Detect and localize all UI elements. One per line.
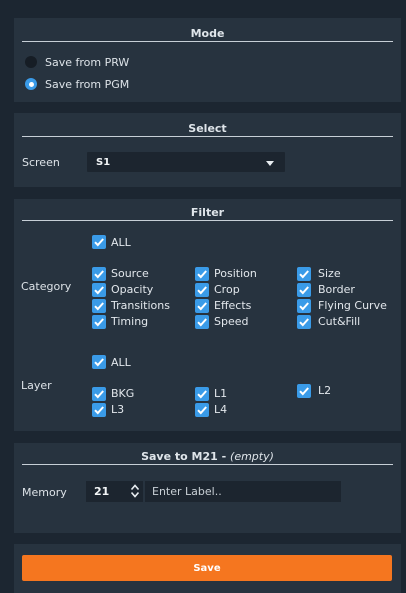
checkbox-label-opacity[interactable]: Opacity <box>111 283 153 296</box>
check-icon <box>94 390 104 399</box>
mode-divider <box>22 41 393 42</box>
checkbox-label-cut-fill[interactable]: Cut&Fill <box>318 315 360 328</box>
checkbox-label-layer-all[interactable]: ALL <box>111 356 131 369</box>
memory-number-value: 21 <box>94 485 110 498</box>
checkbox-layer-bkg[interactable] <box>92 387 106 401</box>
checkbox-label-category-all[interactable]: ALL <box>111 236 131 249</box>
check-icon <box>197 286 207 295</box>
check-icon <box>299 270 309 279</box>
checkbox-transitions[interactable] <box>92 299 106 313</box>
checkbox-layer-l4[interactable] <box>195 403 209 417</box>
check-icon <box>94 318 104 327</box>
save-button[interactable]: Save <box>22 555 392 581</box>
check-icon <box>94 302 104 311</box>
checkbox-source[interactable] <box>92 267 106 281</box>
check-icon <box>197 270 207 279</box>
select-title: Select <box>188 122 227 135</box>
checkbox-label-effects[interactable]: Effects <box>214 299 251 312</box>
mode-title: Mode <box>190 27 225 40</box>
screen-label: Screen <box>22 156 60 169</box>
memory-label: Memory <box>22 486 67 499</box>
check-icon <box>197 390 207 399</box>
check-icon <box>94 286 104 295</box>
checkbox-flying-curve[interactable] <box>297 299 311 313</box>
spinner-icon[interactable] <box>131 484 139 498</box>
memory-title: Save to M21 - (empty) <box>14 450 401 463</box>
checkbox-layer-l1[interactable] <box>195 387 209 401</box>
filter-divider <box>22 220 393 221</box>
check-icon <box>197 318 207 327</box>
memory-number-input[interactable]: 21 <box>86 481 143 502</box>
checkbox-label-source[interactable]: Source <box>111 267 149 280</box>
checkbox-label-transitions[interactable]: Transitions <box>111 299 170 312</box>
screen-select[interactable]: S1 <box>87 152 285 172</box>
checkbox-category-all[interactable] <box>92 235 106 249</box>
memory-label-input-box[interactable] <box>145 481 341 502</box>
check-icon <box>197 302 207 311</box>
checkbox-label-crop[interactable]: Crop <box>214 283 240 296</box>
checkbox-label-timing[interactable]: Timing <box>111 315 148 328</box>
checkbox-layer-all[interactable] <box>92 355 106 369</box>
check-icon <box>299 302 309 311</box>
checkbox-cut-fill[interactable] <box>297 315 311 329</box>
radio-label-pgm[interactable]: Save from PGM <box>45 78 129 91</box>
checkbox-label-layer-l4[interactable]: L4 <box>214 403 227 416</box>
checkbox-size[interactable] <box>297 267 311 281</box>
check-icon <box>94 238 104 247</box>
memory-title-main: Save to M21 - <box>141 450 227 463</box>
checkbox-label-border[interactable]: Border <box>318 283 355 296</box>
filter-title: Filter <box>190 206 225 219</box>
memory-divider <box>22 464 393 465</box>
checkbox-label-layer-l1[interactable]: L1 <box>214 387 227 400</box>
check-icon <box>94 270 104 279</box>
check-icon <box>197 406 207 415</box>
checkbox-effects[interactable] <box>195 299 209 313</box>
memory-label-input[interactable] <box>145 481 341 502</box>
checkbox-label-position[interactable]: Position <box>214 267 257 280</box>
check-icon <box>299 286 309 295</box>
select-panel: Select Screen S1 <box>14 113 401 187</box>
radio-save-from-prw[interactable] <box>25 56 37 68</box>
check-icon <box>299 318 309 327</box>
checkbox-crop[interactable] <box>195 283 209 297</box>
checkbox-label-layer-bkg[interactable]: BKG <box>111 387 134 400</box>
select-divider <box>22 136 393 137</box>
category-label: Category <box>21 280 72 293</box>
checkbox-speed[interactable] <box>195 315 209 329</box>
checkbox-label-size[interactable]: Size <box>318 267 341 280</box>
checkbox-border[interactable] <box>297 283 311 297</box>
checkbox-label-speed[interactable]: Speed <box>214 315 248 328</box>
check-icon <box>94 358 104 367</box>
memory-panel: Save to M21 - (empty) Memory 21 <box>14 443 401 533</box>
mode-panel: Mode Save from PRW Save from PGM <box>14 18 401 102</box>
checkbox-label-flying-curve[interactable]: Flying Curve <box>318 299 387 312</box>
chevron-down-icon <box>266 161 274 166</box>
checkbox-position[interactable] <box>195 267 209 281</box>
check-icon <box>94 406 104 415</box>
screen-select-value: S1 <box>96 157 111 168</box>
checkbox-layer-l2[interactable] <box>297 384 311 398</box>
memory-title-status: (empty) <box>230 450 274 463</box>
check-icon <box>299 387 309 396</box>
layer-label: Layer <box>21 379 52 392</box>
radio-label-prw[interactable]: Save from PRW <box>45 56 129 69</box>
checkbox-opacity[interactable] <box>92 283 106 297</box>
checkbox-layer-l3[interactable] <box>92 403 106 417</box>
checkbox-timing[interactable] <box>92 315 106 329</box>
checkbox-label-layer-l3[interactable]: L3 <box>111 403 124 416</box>
checkbox-label-layer-l2[interactable]: L2 <box>318 384 331 397</box>
radio-save-from-pgm[interactable] <box>25 78 37 90</box>
filter-panel: Filter ALL Category Source Position Size… <box>14 199 401 431</box>
